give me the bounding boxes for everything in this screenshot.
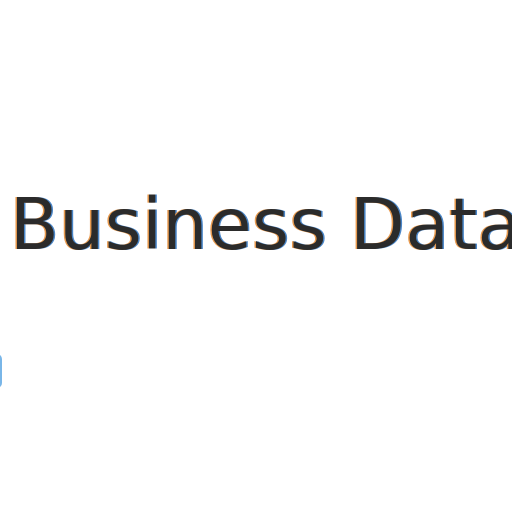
link-fragment[interactable] bbox=[0, 354, 2, 388]
page-title: Business Datab bbox=[10, 183, 512, 266]
page-viewport: Business Datab bbox=[0, 0, 512, 512]
